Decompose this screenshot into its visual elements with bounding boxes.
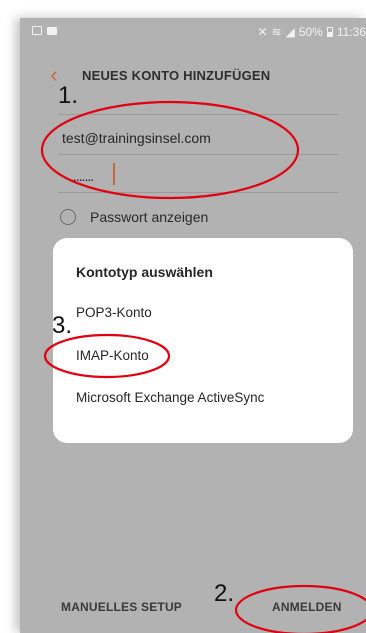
sign-in-button[interactable]: ANMELDEN — [272, 600, 342, 614]
step-3-label: 3. — [52, 312, 73, 339]
email-field-top-border — [58, 114, 338, 115]
status-left-icons — [32, 26, 57, 35]
status-time: 11:36 — [336, 25, 366, 39]
chevron-left-icon: ‹ — [50, 62, 58, 87]
password-field-underline — [58, 192, 338, 193]
manual-setup-button[interactable]: MANUELLES SETUP — [61, 600, 182, 614]
password-field[interactable]: ........ — [70, 168, 94, 184]
battery-icon — [326, 27, 333, 37]
battery-percent: 50% — [298, 25, 323, 39]
gallery-icon — [32, 26, 42, 35]
screenshot-frame: ✕ ≋ ◢ 50% 11:36 ‹ NEUES KONTO HINZUFÜGEN… — [0, 0, 366, 633]
email-field[interactable]: test@trainingsinsel.com — [62, 130, 211, 146]
option-exchange[interactable]: Microsoft Exchange ActiveSync — [76, 390, 264, 405]
option-pop3[interactable]: POP3-Konto — [76, 305, 152, 320]
dialog-title: Kontotyp auswählen — [76, 264, 213, 280]
account-type-dialog: Kontotyp auswählen POP3-Konto IMAP-Konto… — [53, 238, 353, 443]
show-password-label: Passwort anzeigen — [90, 209, 209, 225]
status-right-icons: ✕ ≋ ◢ 50% 11:36 — [257, 25, 366, 39]
email-field-underline — [58, 154, 338, 155]
status-bar: ✕ ≋ ◢ 50% 11:36 — [20, 18, 366, 48]
step-1-label: 1. — [58, 82, 79, 109]
text-cursor — [113, 163, 115, 185]
folder-icon — [47, 26, 57, 35]
page-title: NEUES KONTO HINZUFÜGEN — [82, 68, 271, 83]
step-2-label: 2. — [214, 580, 235, 607]
wifi-icon: ≋ — [271, 25, 282, 39]
option-imap[interactable]: IMAP-Konto — [76, 348, 149, 363]
mute-icon: ✕ — [257, 25, 268, 39]
signal-icon: ◢ — [285, 25, 295, 39]
show-password-checkbox[interactable] — [60, 209, 76, 225]
